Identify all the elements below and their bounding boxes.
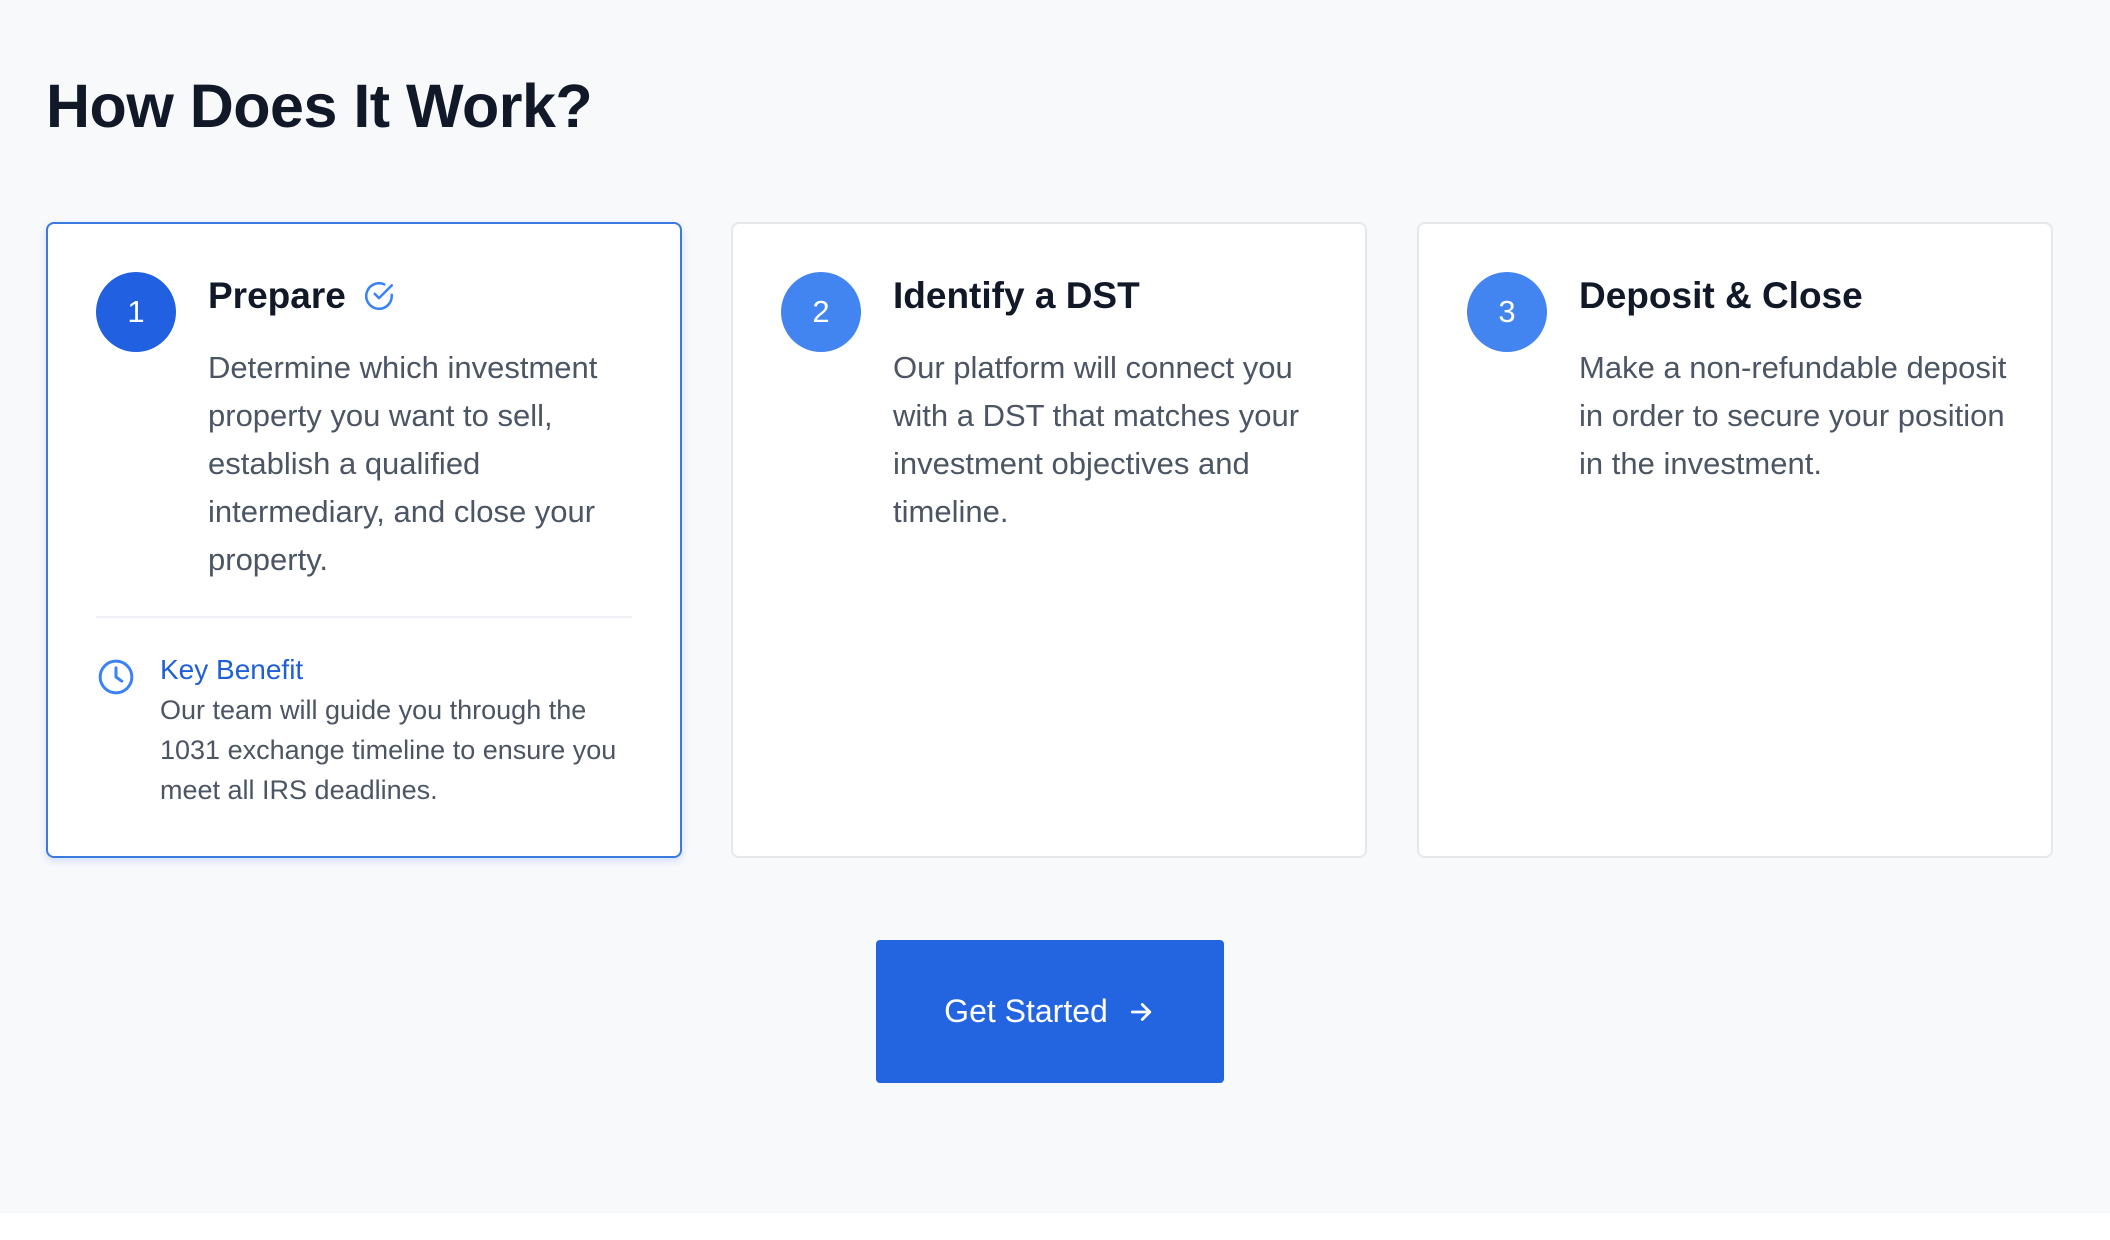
step-header: Deposit & Close bbox=[1579, 274, 1863, 318]
step-header: Identify a DST bbox=[893, 274, 1140, 318]
clock-icon bbox=[96, 657, 136, 697]
step-description: Our platform will connect you with a DST… bbox=[893, 350, 1300, 529]
get-started-button[interactable]: Get Started bbox=[876, 940, 1224, 1083]
get-started-label: Get Started bbox=[944, 993, 1108, 1029]
step-number-badge: 1 bbox=[96, 272, 176, 352]
arrow-right-icon bbox=[1126, 997, 1156, 1027]
key-benefit-text: Our team will guide you through the 1031… bbox=[160, 695, 617, 805]
step-card-deposit-close[interactable]: 3 Deposit & Close Make a non-refundable … bbox=[1417, 222, 2053, 858]
step-title: Deposit & Close bbox=[1579, 275, 1863, 316]
step-number-badge: 2 bbox=[781, 272, 861, 352]
step-description: Make a non-refundable deposit in order t… bbox=[1579, 350, 2007, 481]
step-title: Identify a DST bbox=[893, 275, 1140, 316]
divider bbox=[96, 616, 632, 618]
step-description: Determine which investment property you … bbox=[208, 350, 598, 577]
step-header: Prepare bbox=[208, 274, 396, 318]
how-it-works-section: How Does It Work? 1 Prepare Determine wh… bbox=[0, 0, 2110, 1213]
step-title: Prepare bbox=[208, 275, 346, 316]
step-card-identify-dst[interactable]: 2 Identify a DST Our platform will conne… bbox=[731, 222, 1367, 858]
step-card-prepare[interactable]: 1 Prepare Determine which investment pro… bbox=[46, 222, 682, 858]
section-title: How Does It Work? bbox=[46, 72, 593, 140]
step-number-badge: 3 bbox=[1467, 272, 1547, 352]
key-benefit-title: Key Benefit bbox=[160, 654, 304, 685]
check-circle-icon bbox=[362, 279, 396, 313]
